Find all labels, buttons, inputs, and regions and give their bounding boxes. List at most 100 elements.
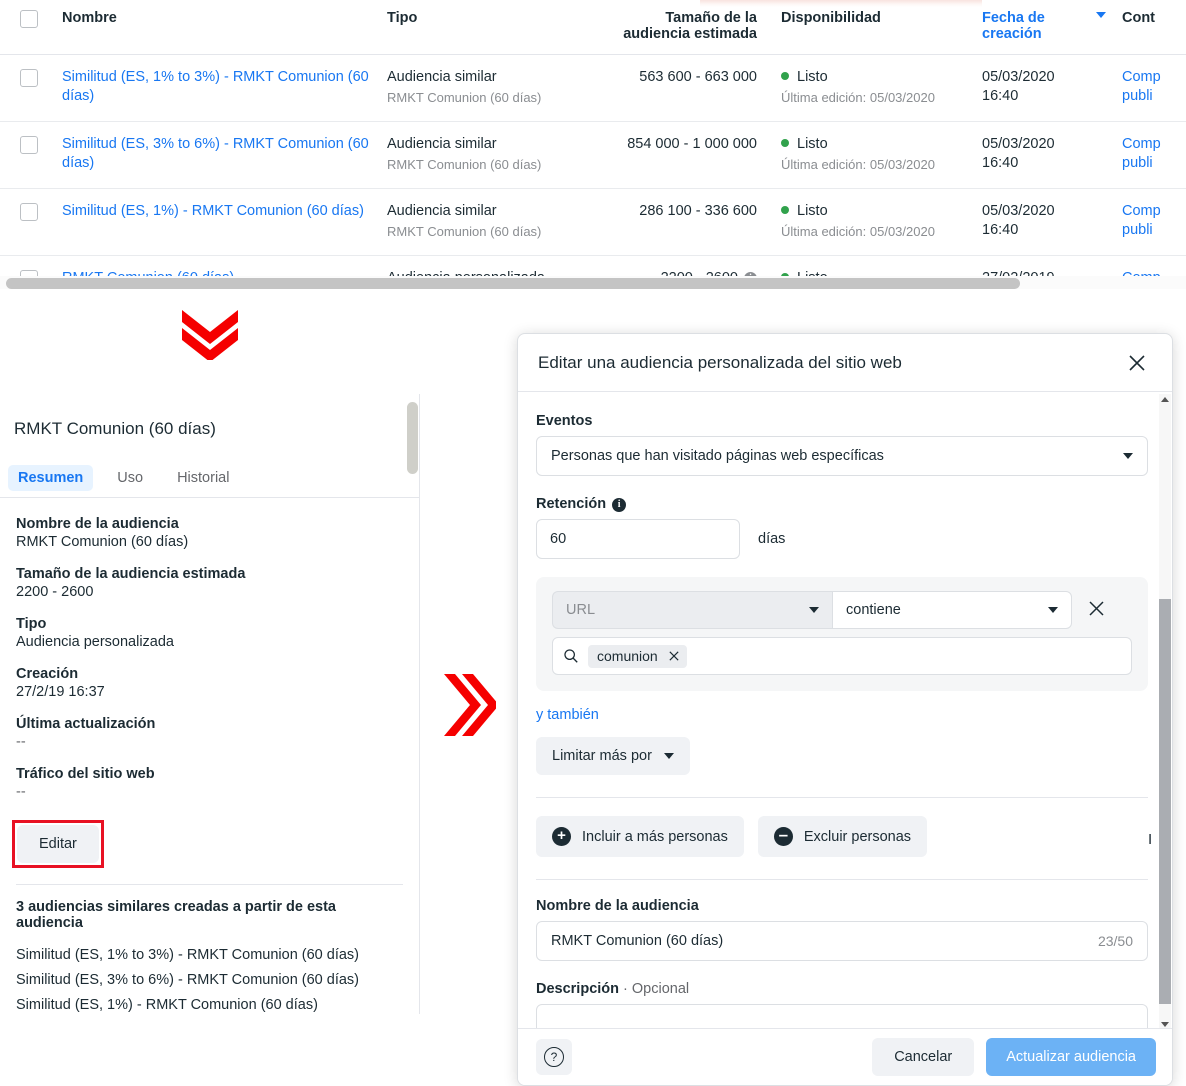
row-select-cell[interactable] <box>0 121 62 189</box>
column-header-created-label-2: creación <box>982 26 1042 42</box>
count-link-line1[interactable]: Comp <box>1122 136 1161 152</box>
audience-name-input[interactable]: RMKT Comunion (60 días) 23/50 <box>536 921 1148 961</box>
row-checkbox[interactable] <box>20 203 38 221</box>
summary-scrollbar-thumb[interactable] <box>407 402 418 474</box>
screen-root: Nombre Tipo Tamaño de la audiencia estim… <box>0 0 1186 1086</box>
count-link-line2[interactable]: publi <box>1122 154 1186 173</box>
plus-circle-icon: + <box>552 827 571 846</box>
created-time: 16:40 <box>982 155 1019 171</box>
field-label-type: Tipo <box>16 616 47 632</box>
table-horizontal-scrollbar-thumb[interactable] <box>6 278 1020 289</box>
row-select-cell[interactable] <box>0 188 62 256</box>
close-icon[interactable] <box>1124 350 1150 376</box>
cell-count[interactable]: Comp publi <box>1122 121 1186 189</box>
field-value-type: Audiencia personalizada <box>16 634 174 650</box>
cell-name[interactable]: Similitud (ES, 3% to 6%) - RMKT Comunion… <box>62 121 387 189</box>
help-button[interactable]: ? <box>536 1039 572 1075</box>
created-date: 05/03/2020 <box>982 203 1055 219</box>
audience-name-input-value: RMKT Comunion (60 días) <box>551 933 724 949</box>
modal-scrollbar-thumb[interactable] <box>1159 599 1171 1004</box>
status-badge: Listo <box>797 136 828 152</box>
row-checkbox[interactable] <box>20 69 38 87</box>
audience-actions: + Incluir a más personas – Excluir perso… <box>536 816 1148 857</box>
rule-operator-select-value: contiene <box>846 602 901 618</box>
retention-row: días <box>536 519 1148 559</box>
count-link-line2[interactable]: publi <box>1122 221 1186 240</box>
remove-token-icon[interactable] <box>669 648 679 664</box>
column-header-availability[interactable]: Disponibilidad <box>781 0 982 55</box>
rule-field-select-value: URL <box>566 602 596 618</box>
cell-name[interactable]: Similitud (ES, 1%) - RMKT Comunion (60 d… <box>62 188 387 256</box>
table-row[interactable]: Similitud (ES, 3% to 6%) - RMKT Comunion… <box>0 121 1186 189</box>
column-header-size[interactable]: Tamaño de la audiencia estimada <box>599 0 781 55</box>
events-label: Eventos <box>536 413 593 429</box>
column-header-created[interactable]: Fecha de creación <box>982 0 1122 55</box>
rule-operator-select[interactable]: contiene <box>832 591 1072 629</box>
update-audience-button[interactable]: Actualizar audiencia <box>986 1038 1156 1076</box>
divider <box>536 879 1148 880</box>
edit-button-highlight: Editar <box>12 820 104 868</box>
description-input[interactable]: 0/100 <box>536 1004 1148 1030</box>
row-select-cell[interactable] <box>0 54 62 122</box>
rule-field-select[interactable]: URL <box>552 591 832 629</box>
cancel-button[interactable]: Cancelar <box>872 1038 975 1076</box>
events-select[interactable]: Personas que han visitado páginas web es… <box>536 436 1148 476</box>
count-link-line1[interactable]: Comp <box>1122 69 1161 85</box>
column-header-type[interactable]: Tipo <box>387 0 599 55</box>
include-more-people-button[interactable]: + Incluir a más personas <box>536 816 744 857</box>
and-also-link[interactable]: y también <box>536 707 1148 723</box>
audiences-table-container[interactable]: Nombre Tipo Tamaño de la audiencia estim… <box>0 0 1186 290</box>
rule-value-input[interactable]: comunion <box>552 637 1132 675</box>
column-header-count[interactable]: Cont <box>1122 0 1186 55</box>
tab-uso[interactable]: Uso <box>107 465 153 491</box>
column-header-size-label-1: Tamaño de la <box>665 10 757 26</box>
description-label-text: Descripción <box>536 981 619 997</box>
created-time: 16:40 <box>982 88 1019 104</box>
modal-footer: ? Cancelar Actualizar audiencia <box>518 1028 1172 1085</box>
select-all-checkbox[interactable] <box>20 10 38 28</box>
rule-value-token[interactable]: comunion <box>588 644 687 668</box>
remove-rule-icon[interactable] <box>1088 600 1105 620</box>
field-label-audience-name: Nombre de la audiencia <box>16 516 179 532</box>
search-icon <box>564 649 578 663</box>
cell-size: 854 000 - 1 000 000 <box>599 121 781 189</box>
cell-availability: Listo Última edición: 05/03/2020 <box>781 54 982 122</box>
tab-resumen[interactable]: Resumen <box>8 465 94 491</box>
caret-down-icon[interactable] <box>1096 12 1106 18</box>
summary-fields: Nombre de la audiencia RMKT Comunion (60… <box>0 498 419 1014</box>
status-badge: Listo <box>797 203 828 219</box>
scroll-up-icon[interactable] <box>1161 397 1169 402</box>
cell-count[interactable]: Comp publi <box>1122 188 1186 256</box>
text-cursor-icon: I <box>1148 831 1153 848</box>
created-time: 16:40 <box>982 222 1019 238</box>
cell-count[interactable]: Comp publi <box>1122 54 1186 122</box>
column-header-created-label-1: Fecha de <box>982 10 1045 26</box>
description-label: Descripción · Opcional <box>536 981 1148 997</box>
column-header-name[interactable]: Nombre <box>62 0 387 55</box>
modal-title: Editar una audiencia personalizada del s… <box>538 352 902 372</box>
count-link-line2[interactable]: publi <box>1122 87 1186 106</box>
tab-historial[interactable]: Historial <box>167 465 239 491</box>
info-icon[interactable]: i <box>612 498 627 512</box>
exclude-people-button[interactable]: – Excluir personas <box>757 816 928 857</box>
table-row[interactable]: Similitud (ES, 1%) - RMKT Comunion (60 d… <box>0 188 1186 256</box>
limit-more-button[interactable]: Limitar más por <box>536 737 690 775</box>
modal-header: Editar una audiencia personalizada del s… <box>518 334 1172 392</box>
divider <box>16 884 403 885</box>
table-row[interactable]: Similitud (ES, 1% to 3%) - RMKT Comunion… <box>0 54 1186 122</box>
row-checkbox[interactable] <box>20 136 38 154</box>
tab-uso-label: Uso <box>117 470 144 486</box>
select-all-header[interactable] <box>0 0 62 55</box>
scroll-down-icon[interactable] <box>1161 1022 1169 1027</box>
count-link-line1[interactable]: Comp <box>1122 203 1161 219</box>
audience-name-link[interactable]: Similitud (ES, 3% to 6%) - RMKT Comunion… <box>62 136 369 171</box>
last-edited: Última edición: 05/03/2020 <box>781 90 935 105</box>
retention-label: Retención i <box>536 496 1148 512</box>
include-more-people-label: Incluir a más personas <box>582 828 728 845</box>
created-date: 05/03/2020 <box>982 69 1055 85</box>
audience-name-link[interactable]: Similitud (ES, 1% to 3%) - RMKT Comunion… <box>62 69 369 104</box>
cell-name[interactable]: Similitud (ES, 1% to 3%) - RMKT Comunion… <box>62 54 387 122</box>
audience-name-link[interactable]: Similitud (ES, 1%) - RMKT Comunion (60 d… <box>62 203 364 219</box>
retention-input[interactable] <box>536 519 740 559</box>
edit-button[interactable]: Editar <box>17 825 99 863</box>
